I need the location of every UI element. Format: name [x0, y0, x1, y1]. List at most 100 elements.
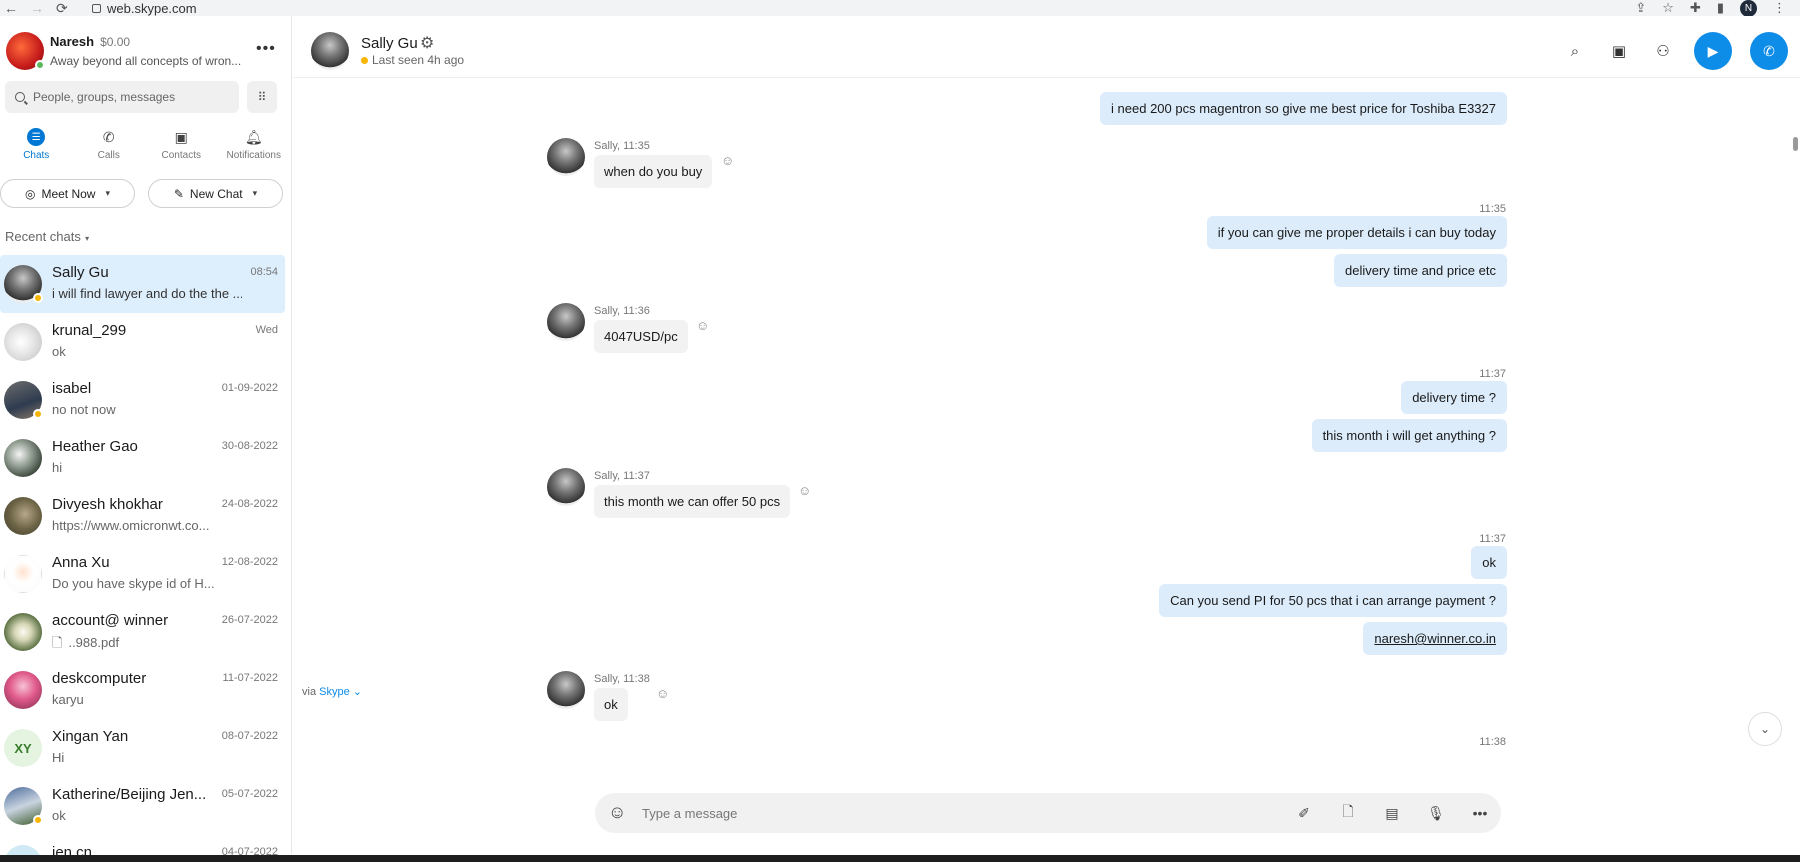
chat-item-xingan-yan[interactable]: XY Xingan Yan Hi 08-07-2022 — [0, 719, 285, 777]
search-input[interactable]: People, groups, messages — [5, 81, 239, 113]
sidebar: Naresh $0.00 Away beyond all concepts of … — [0, 16, 292, 862]
message-outgoing[interactable]: delivery time and price etc — [1333, 254, 1507, 287]
message-outgoing[interactable]: i need 200 pcs magentron so give me best… — [1100, 92, 1507, 125]
forward-arrow-icon[interactable]: → — [30, 1, 44, 15]
share-icon[interactable]: ⇪ — [1635, 0, 1646, 16]
message-time: 11:37 — [1479, 533, 1506, 545]
my-profile[interactable]: Naresh $0.00 Away beyond all concepts of … — [6, 32, 241, 70]
chat-item-deskcomputer[interactable]: deskcomputer karyu 11-07-2022 — [0, 661, 285, 719]
microphone-icon[interactable]: 🎙︎ — [1427, 804, 1445, 822]
chat-preview: hi — [52, 460, 63, 475]
tab-chats[interactable]: ☰ Chats — [0, 128, 73, 161]
chevron-down-icon: ▾ — [252, 188, 258, 198]
message-meta: Sally, 11:38 — [594, 673, 650, 685]
message-list: i need 200 pcs magentron so give me best… — [293, 78, 1800, 748]
away-dot — [33, 815, 43, 825]
message-input[interactable]: Type a message — [642, 806, 737, 821]
smiley-icon[interactable]: ☺ — [656, 686, 669, 701]
chat-time: 26-07-2022 — [221, 614, 278, 626]
chat-name: Anna Xu — [52, 554, 110, 571]
my-name: Naresh — [50, 34, 95, 49]
phone-icon: ✆ — [102, 128, 115, 145]
chat-item-account-winner[interactable]: account@ winner 🗋︎ ..988.pdf 26-07-2022 — [0, 603, 285, 661]
more-icon[interactable]: ••• — [1471, 804, 1489, 822]
compose-icon: ✎ — [173, 186, 184, 201]
message-incoming[interactable]: when do you buy — [594, 155, 713, 188]
kebab-menu-icon[interactable]: ⋮ — [1773, 0, 1786, 16]
puzzle-icon[interactable]: ✚ — [1690, 0, 1701, 16]
taskbar-strip — [0, 855, 1800, 862]
my-avatar[interactable] — [6, 32, 45, 70]
message-incoming[interactable]: ok — [594, 688, 628, 721]
chat-item-sally-gu[interactable]: Sally Gu i will find lawyer and do the t… — [0, 255, 285, 313]
contact-card-icon[interactable]: ▤ — [1383, 804, 1401, 822]
chat-name: krunal_299 — [52, 322, 127, 339]
chat-item-anna-xu[interactable]: Anna Xu Do you have skype id of H... 12-… — [0, 545, 285, 603]
contact-avatar[interactable] — [311, 32, 349, 70]
message-outgoing[interactable]: if you can give me proper details i can … — [1206, 216, 1507, 249]
new-chat-button[interactable]: ✎ New Chat ▾ — [148, 179, 283, 208]
scroll-to-bottom-button[interactable]: ⌄ — [1748, 712, 1782, 746]
profile-avatar[interactable]: N — [1740, 0, 1757, 17]
scrollbar-thumb[interactable] — [1793, 137, 1798, 151]
chat-preview: karyu — [52, 692, 84, 707]
search-icon[interactable]: ⌕ — [1562, 38, 1588, 64]
last-seen-text: Last seen 4h ago — [372, 53, 465, 67]
format-icon[interactable]: ✐ — [1295, 804, 1313, 822]
gear-icon[interactable]: ⚙ — [420, 33, 434, 53]
emoji-icon[interactable]: ☺ — [608, 802, 626, 823]
more-options-icon[interactable]: ••• — [256, 40, 276, 58]
video-call-button[interactable]: ▶ — [1694, 32, 1732, 70]
contacts-icon: ▣ — [174, 128, 188, 145]
chevron-down-icon[interactable]: ⌄ — [350, 686, 362, 698]
message-composer[interactable]: ☺ Type a message ✐ 🗋︎ ▤ 🎙︎ ••• — [595, 793, 1501, 833]
audio-call-button[interactable]: ✆ — [1750, 32, 1788, 70]
message-outgoing[interactable]: naresh@winner.co.in — [1363, 622, 1507, 655]
recent-chats-dropdown[interactable]: Recent chats ▾ — [5, 229, 89, 244]
skype-link[interactable]: Skype — [319, 686, 350, 698]
browser-actions: ⇪ ☆ ✚ ▮ N ⋮ — [1635, 0, 1786, 17]
tab-label: Notifications — [226, 150, 281, 161]
chat-name: isabel — [52, 380, 92, 397]
chat-preview: ok — [52, 344, 66, 359]
smiley-icon[interactable]: ☺ — [721, 153, 734, 168]
chat-name: Katherine/Beijing Jen... — [52, 786, 207, 803]
sender-avatar — [547, 468, 585, 506]
online-dot — [35, 60, 45, 70]
star-icon[interactable]: ☆ — [1662, 0, 1674, 16]
message-outgoing[interactable]: ok — [1471, 546, 1507, 579]
chat-item-katherine[interactable]: Katherine/Beijing Jen... ok 05-07-2022 — [0, 777, 285, 835]
sidepanel-icon[interactable]: ▮ — [1717, 0, 1724, 16]
smiley-icon[interactable]: ☺ — [696, 318, 709, 333]
chat-item-divyesh[interactable]: Divyesh khokhar https://www.omicronwt.co… — [0, 487, 285, 545]
meet-now-button[interactable]: ◎ Meet Now ▾ — [0, 179, 135, 208]
address-bar[interactable]: web.skype.com — [92, 0, 197, 16]
chat-preview: https://www.omicronwt.co... — [52, 518, 210, 533]
email-link[interactable]: naresh@winner.co.in — [1374, 631, 1496, 646]
tab-calls[interactable]: ✆ Calls — [73, 128, 146, 162]
reload-icon[interactable]: ⟳ — [56, 1, 68, 15]
avatar: XY — [4, 729, 42, 767]
dialpad-icon[interactable]: ⠿ — [247, 81, 277, 113]
contact-name[interactable]: Sally Gu — [361, 35, 418, 52]
chat-item-isabel[interactable]: isabel no not now 01-09-2022 — [0, 371, 285, 429]
back-arrow-icon[interactable]: ← — [4, 1, 18, 15]
chevron-down-icon: ▾ — [105, 188, 111, 198]
chat-item-krunal[interactable]: krunal_299 ok Wed — [0, 313, 285, 371]
message-outgoing[interactable]: delivery time ? — [1401, 381, 1507, 414]
via-skype: via Skype ⌄ — [302, 685, 362, 698]
attach-file-icon[interactable]: 🗋︎ — [1339, 803, 1357, 822]
tab-contacts[interactable]: ▣ Contacts — [145, 128, 218, 162]
composer-tools: ✐ 🗋︎ ▤ 🎙︎ ••• — [1295, 793, 1489, 833]
tab-notifications[interactable]: 🔔︎ Notifications — [218, 128, 291, 162]
new-chat-label: New Chat — [189, 186, 243, 201]
message-incoming[interactable]: this month we can offer 50 pcs — [594, 485, 791, 518]
message-incoming[interactable]: 4047USD/pc — [594, 320, 688, 353]
chat-item-heather-gao[interactable]: Heather Gao hi 30-08-2022 — [0, 429, 285, 487]
smiley-icon[interactable]: ☺ — [798, 483, 811, 498]
sender-avatar — [547, 138, 585, 176]
gallery-icon[interactable]: ▣ — [1606, 38, 1632, 64]
add-people-icon[interactable]: ⚇ — [1650, 38, 1676, 64]
message-outgoing[interactable]: this month i will get anything ? — [1311, 419, 1507, 452]
message-outgoing[interactable]: Can you send PI for 50 pcs that i can ar… — [1159, 584, 1507, 617]
